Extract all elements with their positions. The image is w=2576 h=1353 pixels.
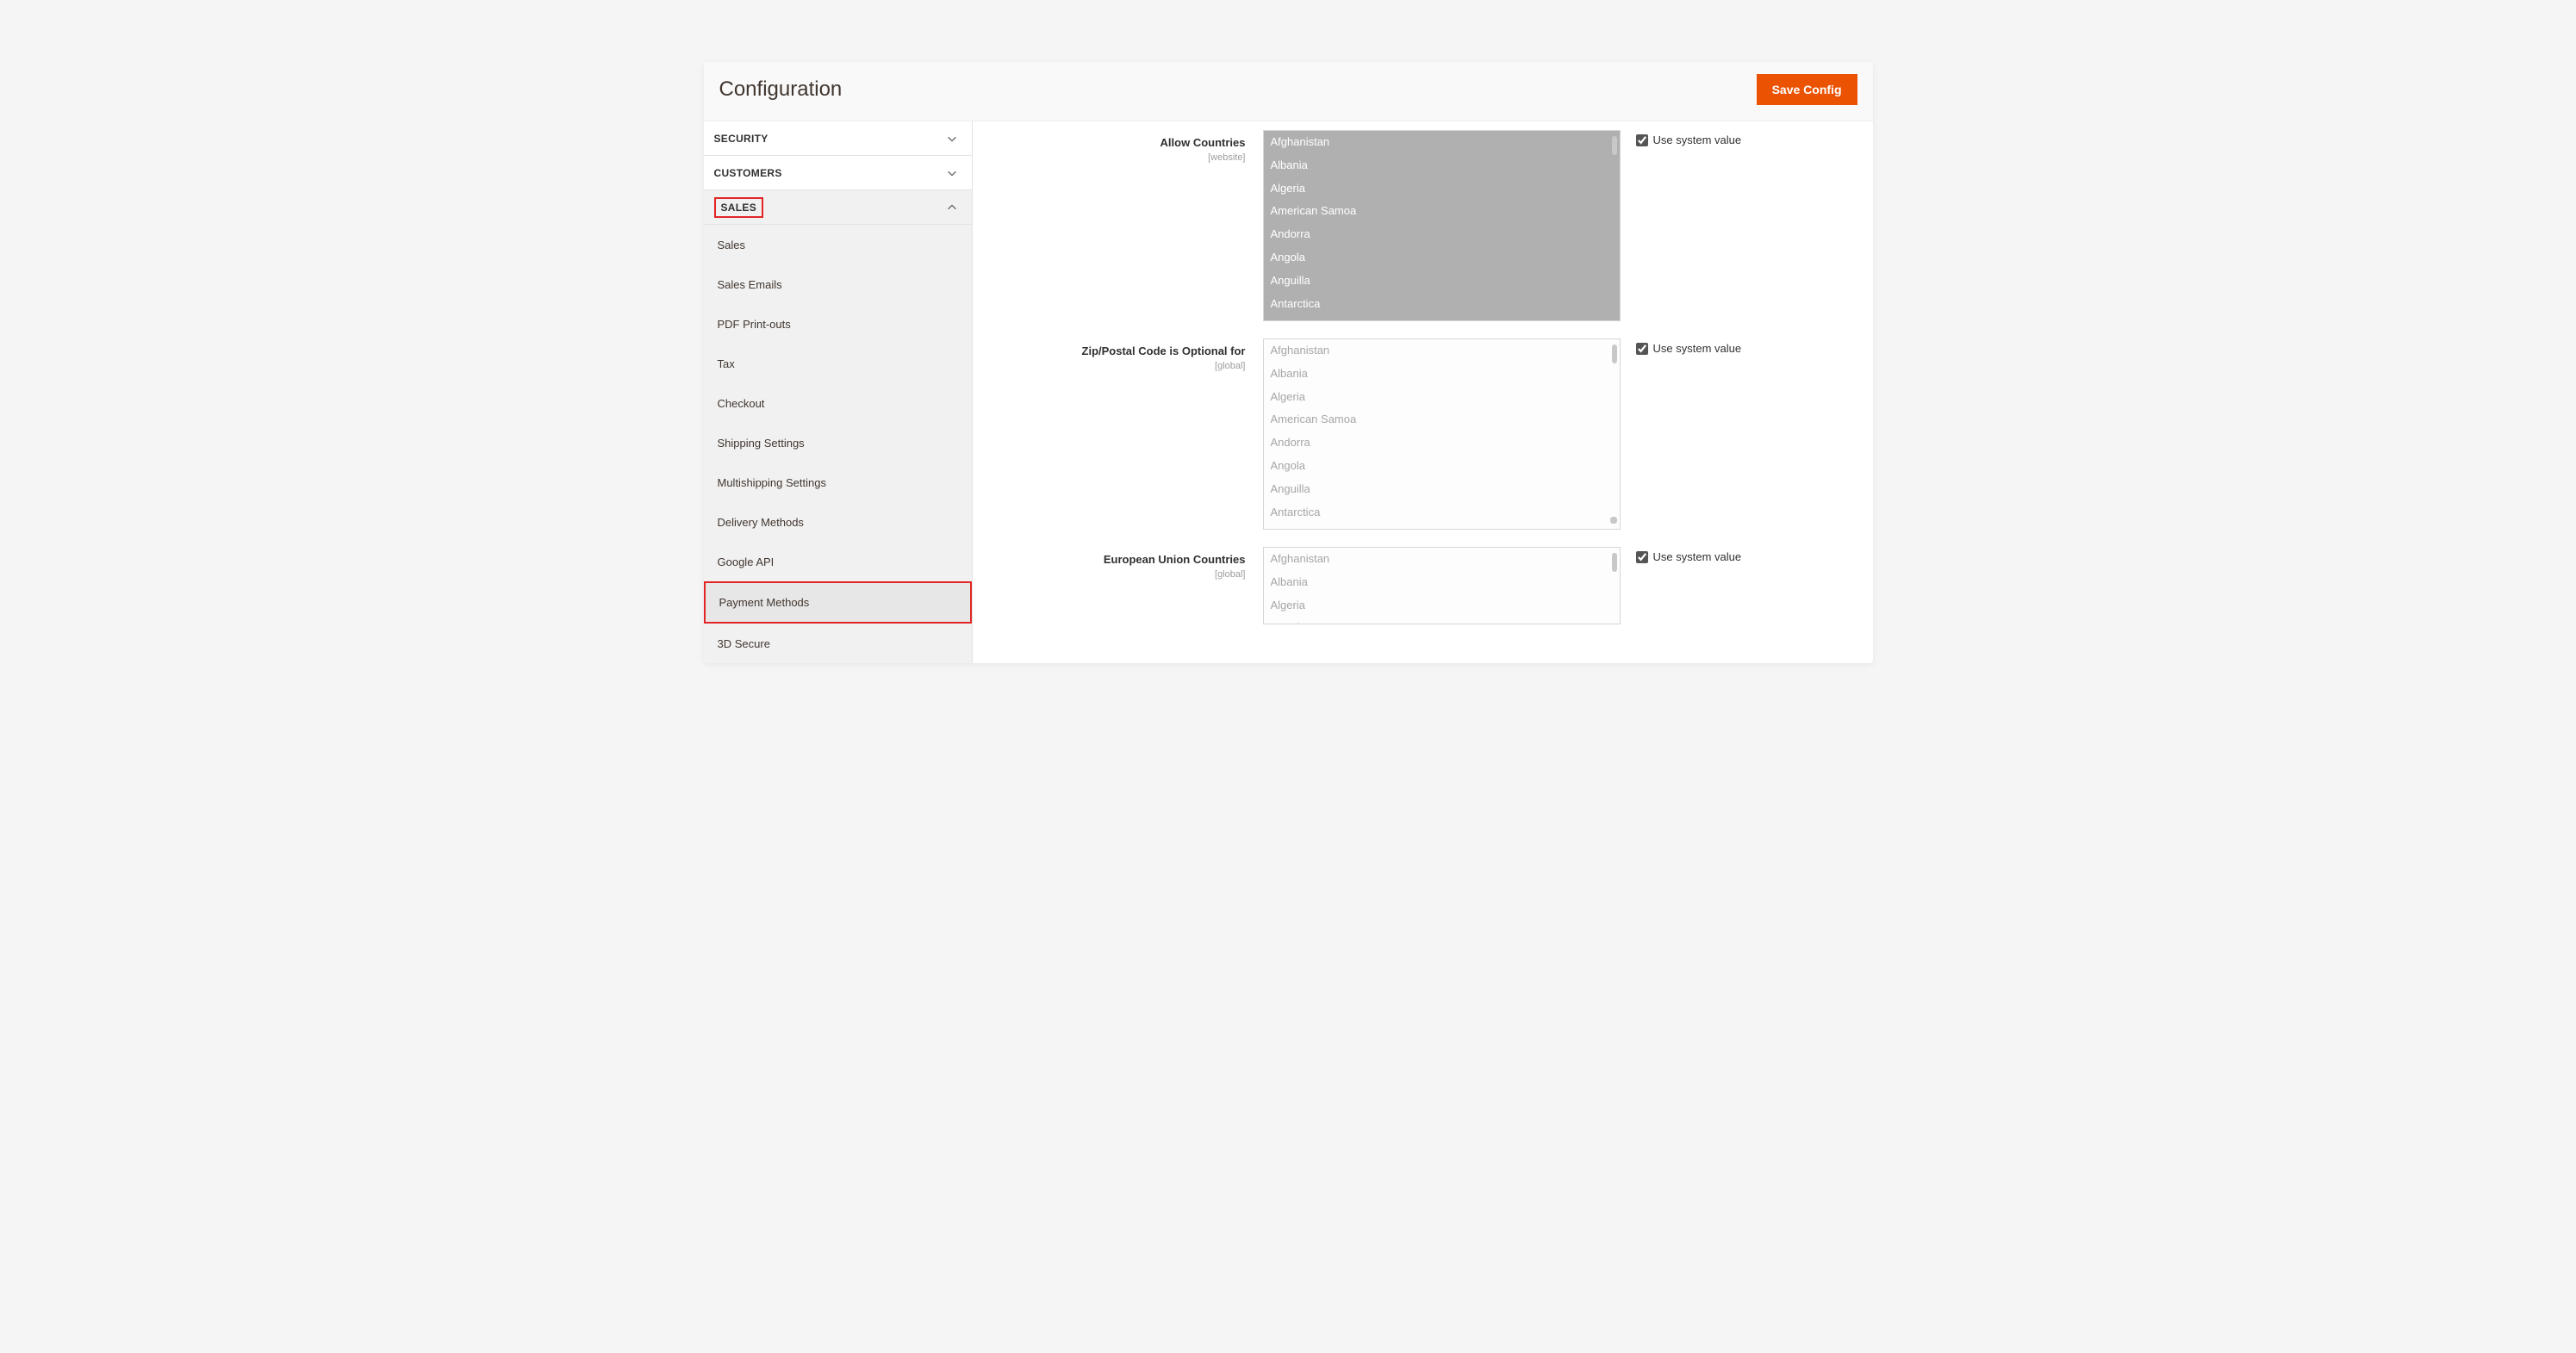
sidebar-item-delivery-methods[interactable]: Delivery Methods bbox=[704, 502, 972, 542]
allow-countries-select[interactable]: Afghanistan Albania Algeria American Sam… bbox=[1263, 130, 1621, 321]
zip-optional-select[interactable]: Afghanistan Albania Algeria American Sam… bbox=[1263, 338, 1621, 530]
page-title: Configuration bbox=[719, 78, 843, 102]
select-option[interactable]: Albania bbox=[1264, 363, 1620, 386]
sidebar-section-label: CUSTOMERS bbox=[714, 167, 782, 179]
select-option[interactable]: Antigua & Barbuda bbox=[1264, 524, 1620, 529]
sidebar-section-sales[interactable]: SALES bbox=[704, 190, 972, 225]
sidebar-item-sales-emails[interactable]: Sales Emails bbox=[704, 264, 972, 304]
use-system-value-label: Use system value bbox=[1653, 550, 1742, 563]
chevron-up-icon bbox=[946, 202, 958, 214]
eu-countries-select[interactable]: Afghanistan Albania Algeria American Sam… bbox=[1263, 547, 1621, 624]
select-option[interactable]: Algeria bbox=[1264, 386, 1620, 409]
scrollbar-handle[interactable] bbox=[1612, 136, 1617, 155]
sidebar-item-sales[interactable]: Sales bbox=[704, 225, 972, 264]
field-eu-countries: European Union Countries [global] Afghan… bbox=[973, 538, 1847, 633]
scrollbar-handle[interactable] bbox=[1612, 344, 1617, 363]
select-option[interactable]: Anguilla bbox=[1264, 478, 1620, 501]
panel-header: Configuration Save Config bbox=[704, 62, 1873, 121]
field-zip-optional: Zip/Postal Code is Optional for [global]… bbox=[973, 330, 1847, 538]
label-text: Allow Countries bbox=[1160, 136, 1246, 149]
use-system-value-label: Use system value bbox=[1653, 133, 1742, 146]
panel-body: SECURITY CUSTOMERS SALES Sales Sales Ema… bbox=[704, 121, 1873, 663]
scope-text: [website] bbox=[973, 152, 1246, 163]
scope-text: [global] bbox=[973, 361, 1246, 371]
select-option[interactable]: Albania bbox=[1264, 571, 1620, 594]
select-option[interactable]: Afghanistan bbox=[1264, 339, 1620, 363]
field-label: Zip/Postal Code is Optional for [global] bbox=[973, 338, 1263, 371]
use-system-value-wrap: Use system value bbox=[1636, 338, 1742, 355]
sidebar-section-label: SECURITY bbox=[714, 133, 768, 145]
select-option[interactable]: Angola bbox=[1264, 455, 1620, 478]
use-system-value-wrap: Use system value bbox=[1636, 130, 1742, 146]
config-main: Allow Countries [website] Afghanistan Al… bbox=[973, 121, 1873, 663]
label-text: European Union Countries bbox=[1104, 553, 1246, 566]
select-option[interactable]: Algeria bbox=[1264, 594, 1620, 618]
select-option[interactable]: Antigua & Barbuda bbox=[1264, 315, 1620, 320]
config-panel: Configuration Save Config SECURITY CUSTO… bbox=[704, 62, 1873, 663]
sidebar-section-security[interactable]: SECURITY bbox=[704, 121, 972, 156]
select-option[interactable]: Andorra bbox=[1264, 431, 1620, 455]
select-option[interactable]: Algeria bbox=[1264, 177, 1620, 201]
sidebar-item-google-api[interactable]: Google API bbox=[704, 542, 972, 581]
use-system-value-label: Use system value bbox=[1653, 342, 1742, 355]
select-option[interactable]: Afghanistan bbox=[1264, 548, 1620, 571]
use-system-value-checkbox[interactable] bbox=[1636, 343, 1648, 355]
use-system-value-wrap: Use system value bbox=[1636, 547, 1742, 563]
scrollbar-handle[interactable] bbox=[1612, 553, 1617, 572]
sidebar-item-shipping-settings[interactable]: Shipping Settings bbox=[704, 423, 972, 462]
sidebar-section-label: SALES bbox=[714, 197, 764, 218]
save-config-button[interactable]: Save Config bbox=[1757, 74, 1857, 105]
select-option[interactable]: Anguilla bbox=[1264, 270, 1620, 293]
field-label: European Union Countries [global] bbox=[973, 547, 1263, 580]
scope-text: [global] bbox=[973, 569, 1246, 580]
chevron-down-icon bbox=[946, 133, 958, 145]
select-option[interactable]: Antarctica bbox=[1264, 501, 1620, 524]
select-option[interactable]: American Samoa bbox=[1264, 617, 1620, 624]
use-system-value-checkbox[interactable] bbox=[1636, 551, 1648, 563]
select-option[interactable]: American Samoa bbox=[1264, 408, 1620, 431]
select-option[interactable]: Angola bbox=[1264, 246, 1620, 270]
field-label: Allow Countries [website] bbox=[973, 130, 1263, 163]
sidebar-section-customers[interactable]: CUSTOMERS bbox=[704, 156, 972, 190]
sidebar-item-pdf-print-outs[interactable]: PDF Print-outs bbox=[704, 304, 972, 344]
field-allow-countries: Allow Countries [website] Afghanistan Al… bbox=[973, 121, 1847, 330]
select-option[interactable]: Albania bbox=[1264, 154, 1620, 177]
select-option[interactable]: Afghanistan bbox=[1264, 131, 1620, 154]
config-sidebar: SECURITY CUSTOMERS SALES Sales Sales Ema… bbox=[704, 121, 973, 663]
sidebar-item-payment-methods[interactable]: Payment Methods bbox=[704, 581, 972, 624]
sidebar-item-checkout[interactable]: Checkout bbox=[704, 383, 972, 423]
chevron-down-icon bbox=[946, 167, 958, 179]
scrollbar-arrow[interactable] bbox=[1610, 517, 1617, 524]
sidebar-item-multishipping-settings[interactable]: Multishipping Settings bbox=[704, 462, 972, 502]
select-option[interactable]: Andorra bbox=[1264, 223, 1620, 246]
label-text: Zip/Postal Code is Optional for bbox=[1082, 344, 1246, 357]
select-option[interactable]: American Samoa bbox=[1264, 200, 1620, 223]
select-option[interactable]: Antarctica bbox=[1264, 293, 1620, 316]
use-system-value-checkbox[interactable] bbox=[1636, 134, 1648, 146]
sidebar-item-3d-secure[interactable]: 3D Secure bbox=[704, 624, 972, 663]
sidebar-sales-submenu: Sales Sales Emails PDF Print-outs Tax Ch… bbox=[704, 225, 972, 663]
sidebar-item-tax[interactable]: Tax bbox=[704, 344, 972, 383]
